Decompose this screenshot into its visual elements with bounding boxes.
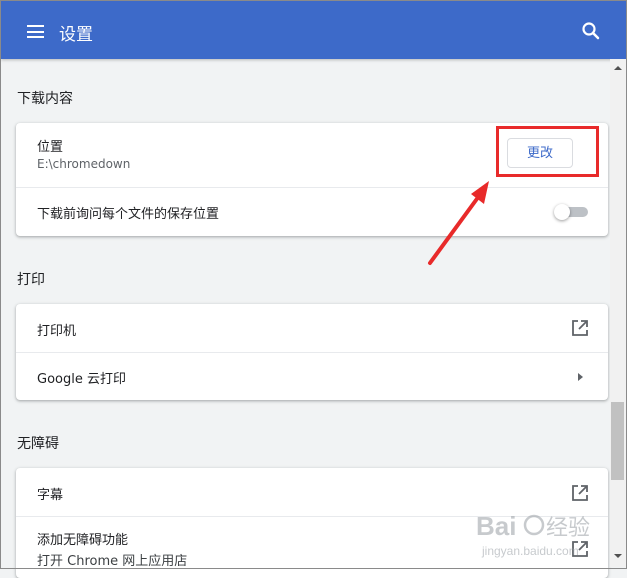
accessibility-section-title: 无障碍 (17, 436, 59, 452)
downloads-section-title: 下载内容 (17, 91, 73, 107)
baidu-watermark-logo: Bai 经验 jingyan.baidu.com (476, 511, 590, 558)
search-icon[interactable] (581, 21, 601, 41)
hamburger-menu-icon[interactable] (27, 25, 44, 38)
svg-text:Bai: Bai (476, 511, 516, 541)
annotation-arrow-icon (428, 181, 489, 265)
printers-row[interactable]: 打印机 (16, 304, 608, 352)
cloud-print-row[interactable]: Google 云打印 (16, 353, 608, 400)
row-divider (16, 187, 608, 188)
svg-text:经验: 经验 (546, 515, 590, 540)
scroll-up-icon[interactable] (610, 63, 626, 73)
scroll-down-icon[interactable] (610, 551, 626, 561)
add-accessibility-label: 添加无障碍功能 (37, 533, 129, 548)
open-external-icon[interactable] (571, 484, 589, 502)
web-store-sublabel: 打开 Chrome 网上应用店 (37, 554, 188, 569)
ask-location-toggle[interactable] (554, 204, 588, 220)
printers-label: 打印机 (37, 324, 77, 339)
arrow-right-icon[interactable] (576, 372, 586, 382)
location-value: E:\chromedown (37, 157, 131, 171)
ask-location-label: 下载前询问每个文件的保存位置 (37, 207, 220, 222)
print-card: 打印机 Google 云打印 (16, 304, 608, 400)
print-section-title: 打印 (17, 272, 45, 288)
svg-text:jingyan.baidu.com: jingyan.baidu.com (481, 544, 579, 558)
open-external-icon[interactable] (571, 319, 589, 337)
annotation-highlight-box (496, 126, 599, 177)
toggle-knob (554, 204, 570, 220)
captions-label: 字幕 (37, 488, 64, 503)
scrollbar-thumb[interactable] (611, 402, 624, 480)
vertical-scrollbar[interactable] (610, 59, 626, 567)
page-title: 设置 (59, 25, 93, 45)
location-label: 位置 (37, 140, 64, 155)
cloud-print-label: Google 云打印 (37, 372, 126, 387)
settings-header: 设置 (1, 1, 626, 59)
